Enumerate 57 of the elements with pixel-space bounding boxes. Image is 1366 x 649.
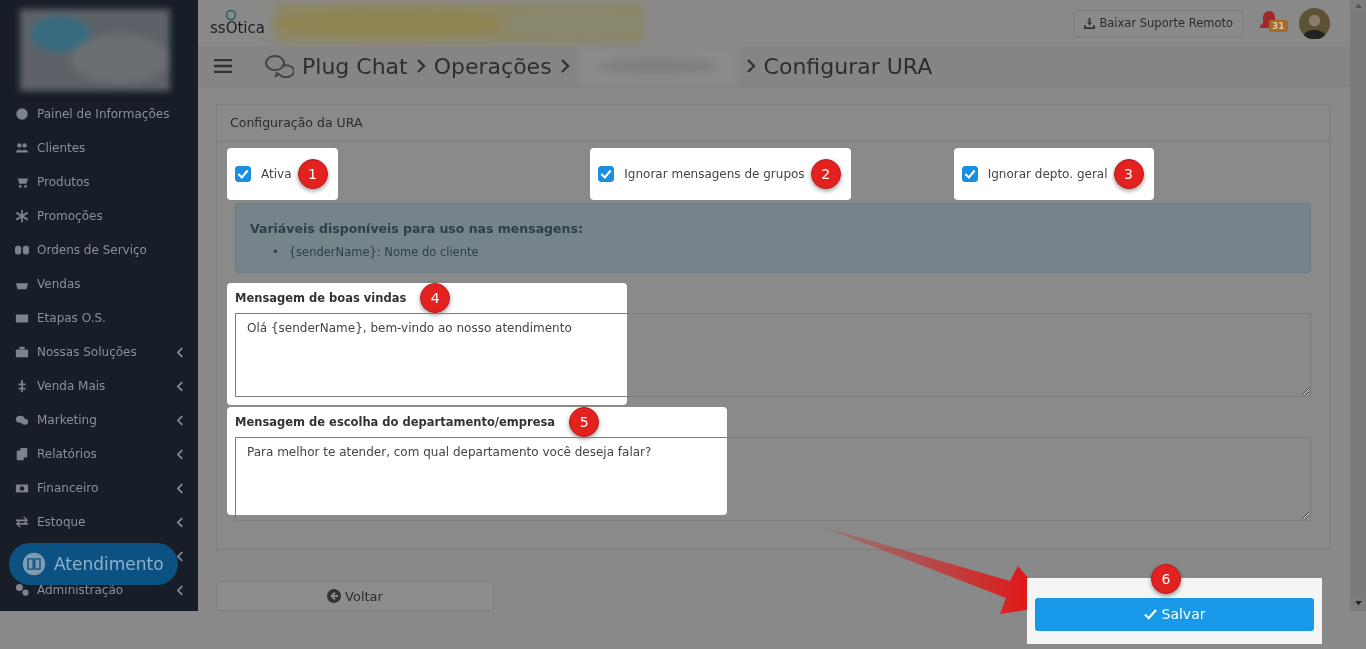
message-field[interactable]: Olá {senderName}, bem-vindo ao nosso atendimento bbox=[235, 313, 1311, 397]
checkbox-label: Ativa bbox=[261, 167, 292, 181]
chevron-left-icon[interactable] bbox=[177, 346, 184, 358]
download-button[interactable]: Baixar Suporte Remoto bbox=[1074, 9, 1243, 37]
arrow-down-icon[interactable] bbox=[1353, 601, 1363, 606]
info-item: {senderName}: Nome do cliente bbox=[288, 244, 479, 260]
download-icon bbox=[1084, 17, 1096, 29]
step-badge: 2 bbox=[810, 159, 841, 189]
sidebar-item[interactable]: Venda Mais bbox=[0, 369, 198, 403]
sidebar-item[interactable]: Marketing bbox=[0, 403, 198, 437]
sidebar-item[interactable]: Vendas bbox=[0, 267, 198, 301]
info-title: Variáveis disponíveis para uso nas mensagens: bbox=[250, 221, 584, 236]
breadcrumb-item[interactable]: Operações bbox=[433, 53, 552, 79]
sidebar-item[interactable]: Painel de Informações bbox=[0, 97, 198, 131]
breadcrumb-item[interactable]: Plug Chat bbox=[302, 53, 408, 79]
sidebar-item[interactable]: Ordens de Serviço bbox=[0, 233, 198, 267]
check-icon bbox=[1143, 608, 1157, 620]
breadcrumb-item: Configurar URA bbox=[763, 53, 933, 79]
avatar[interactable] bbox=[1299, 7, 1330, 39]
chat-button[interactable]: Atendimento bbox=[9, 543, 178, 585]
step-badge: 1 bbox=[297, 159, 328, 189]
notification-badge: 31 bbox=[1269, 20, 1288, 32]
field-label: Mensagem de escolha do departamento/empresa bbox=[235, 415, 556, 429]
sidebar-item[interactable]: Estoque bbox=[0, 505, 198, 539]
chevron-left-icon[interactable] bbox=[177, 448, 184, 460]
chevron-right-icon bbox=[745, 58, 756, 74]
chevron-left-icon[interactable] bbox=[177, 482, 184, 494]
sidebar-item[interactable]: Etapas O.S. bbox=[0, 301, 198, 335]
sidebar-item[interactable]: Clientes bbox=[0, 131, 198, 165]
bullet: • bbox=[272, 244, 279, 260]
chat-icon bbox=[264, 54, 294, 78]
chevron-left-icon[interactable] bbox=[177, 584, 184, 596]
chevron-right-icon bbox=[559, 58, 570, 74]
checkbox[interactable] bbox=[235, 166, 251, 182]
step-badge: 6 bbox=[1151, 564, 1181, 594]
field-label: Mensagem de boas vindas bbox=[235, 291, 407, 305]
message-field[interactable]: Para melhor te atender, com qual departamento você deseja falar? bbox=[235, 437, 1311, 521]
chevron-right-icon bbox=[415, 58, 426, 74]
sidebar-item[interactable]: Promoções bbox=[0, 199, 198, 233]
sidebar-item[interactable]: Nossas Soluções bbox=[0, 335, 198, 369]
chevron-left-icon[interactable] bbox=[177, 380, 184, 392]
checkbox-label: Ignorar depto. geral bbox=[987, 167, 1108, 181]
logo: ssOtica bbox=[210, 9, 265, 37]
checkbox[interactable] bbox=[961, 166, 978, 182]
scrollbar[interactable] bbox=[1350, 0, 1366, 611]
save-button[interactable]: Salvar bbox=[1035, 597, 1314, 631]
sidebar-item[interactable]: Relatórios bbox=[0, 437, 198, 471]
step-badge: 3 bbox=[1113, 159, 1144, 189]
card-title: Configuração da URA bbox=[217, 105, 1329, 142]
sidebar-item[interactable]: Produtos bbox=[0, 165, 198, 199]
sidebar-item[interactable]: Financeiro bbox=[0, 471, 198, 505]
back-button[interactable]: Voltar bbox=[216, 581, 494, 611]
checkbox-label: Ignorar mensagens de grupos bbox=[624, 167, 805, 181]
chevron-left-icon[interactable] bbox=[177, 516, 184, 528]
chevron-left-icon[interactable] bbox=[177, 414, 184, 426]
arrow-left-icon bbox=[327, 589, 342, 603]
checkbox[interactable] bbox=[598, 166, 615, 182]
